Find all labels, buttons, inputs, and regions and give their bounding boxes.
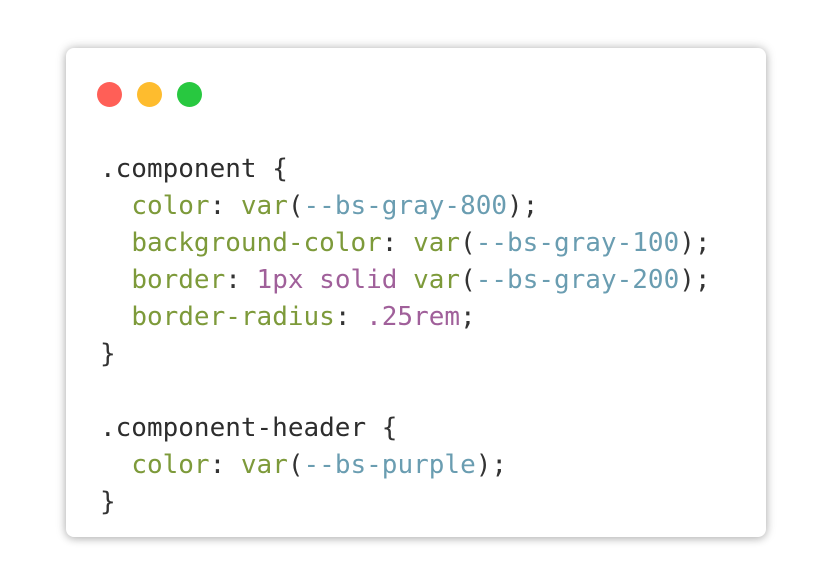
code-token-sel: .component <box>100 154 273 184</box>
code-token-punc: : <box>334 302 367 332</box>
code-token-var: --bs-gray-200 <box>475 265 680 295</box>
code-token-prop: background-color <box>131 228 382 258</box>
code-block: .component { color: var(--bs-gray-800); … <box>100 151 711 521</box>
code-token-punc: ); <box>679 265 711 295</box>
code-token-punc: } <box>100 487 116 517</box>
code-line: color: var(--bs-purple); <box>100 447 711 484</box>
code-token-punc: ( <box>460 228 476 258</box>
minimize-dot-icon[interactable] <box>137 82 162 107</box>
code-token-func: var <box>240 450 288 480</box>
window-controls <box>97 82 202 107</box>
code-token-prop: color <box>131 450 210 480</box>
code-token-sel: .component-header <box>100 413 382 443</box>
code-token-prop: border <box>131 265 226 295</box>
code-token-kw: solid <box>319 265 398 295</box>
code-line: .component { <box>100 151 711 188</box>
code-token-punc: } <box>100 339 116 369</box>
code-token-num: .25rem <box>366 302 461 332</box>
code-token-punc: ( <box>460 265 476 295</box>
code-token-func: var <box>240 191 288 221</box>
code-token-prop: color <box>131 191 210 221</box>
code-token-punc <box>100 228 131 258</box>
code-token-punc: { <box>381 413 398 443</box>
code-token-punc <box>100 265 131 295</box>
code-token-punc: : <box>209 191 241 221</box>
code-token-punc <box>100 191 131 221</box>
code-token-punc: { <box>272 154 288 184</box>
code-line: } <box>100 484 711 521</box>
code-token-punc: : <box>225 265 257 295</box>
code-token-punc: ); <box>507 191 539 221</box>
code-token-punc <box>100 450 131 480</box>
code-line: .component-header { <box>100 410 711 447</box>
code-token-punc: ; <box>460 302 476 332</box>
code-line: background-color: var(--bs-gray-100); <box>100 225 711 262</box>
code-token-var: --bs-gray-800 <box>303 191 508 221</box>
code-token-prop: border-radius <box>131 302 335 332</box>
code-line: border-radius: .25rem; <box>100 299 711 336</box>
code-token-punc <box>397 265 413 295</box>
code-token-punc: : <box>381 228 414 258</box>
code-line: color: var(--bs-gray-800); <box>100 188 711 225</box>
code-token-func: var <box>413 265 461 295</box>
code-token-var: --bs-purple <box>303 450 476 480</box>
code-token-punc: ( <box>287 191 304 221</box>
code-token-punc: : <box>209 450 241 480</box>
code-token-punc <box>100 302 131 332</box>
code-token-func: var <box>413 228 461 258</box>
code-line: border: 1px solid var(--bs-gray-200); <box>100 262 711 299</box>
close-dot-icon[interactable] <box>97 82 122 107</box>
code-token-punc: ); <box>679 228 711 258</box>
code-token-punc <box>304 265 320 295</box>
zoom-dot-icon[interactable] <box>177 82 202 107</box>
code-line: } <box>100 336 711 373</box>
code-window: .component { color: var(--bs-gray-800); … <box>66 48 766 537</box>
code-token-punc: ); <box>475 450 508 480</box>
code-token-punc: ( <box>287 450 304 480</box>
code-token-num: 1px <box>256 265 304 295</box>
code-token-var: --bs-gray-100 <box>475 228 680 258</box>
